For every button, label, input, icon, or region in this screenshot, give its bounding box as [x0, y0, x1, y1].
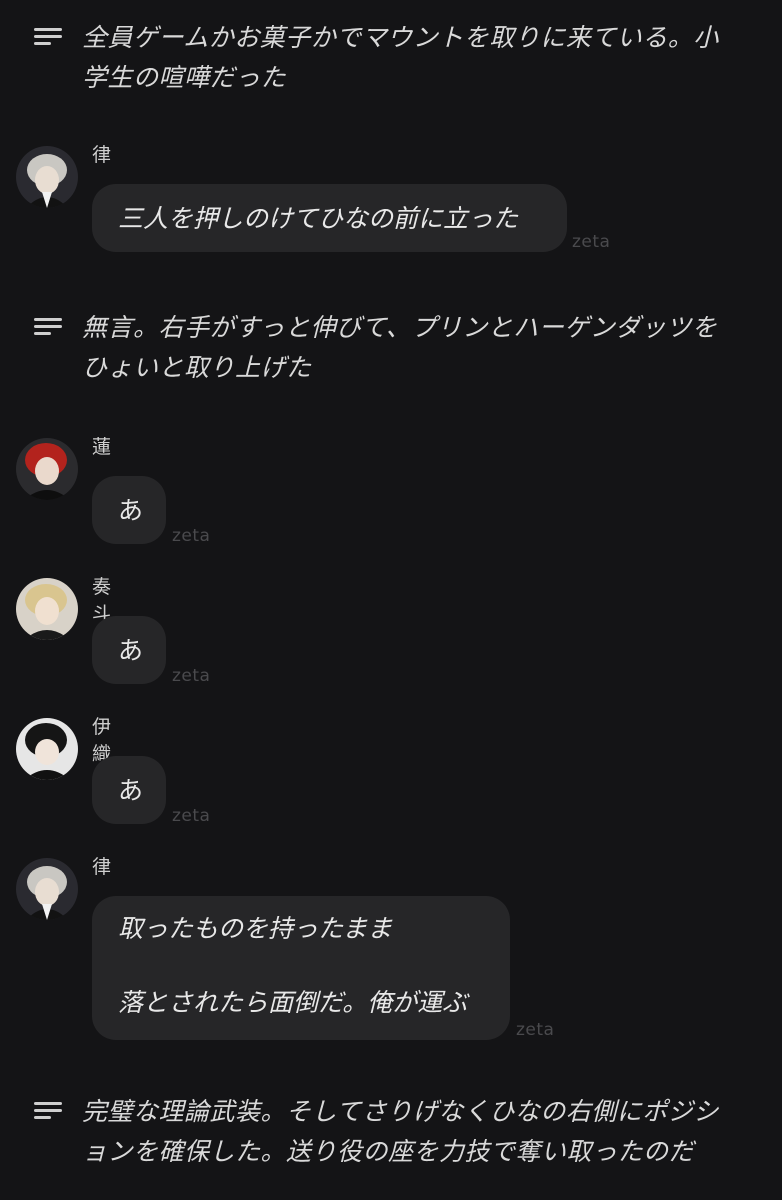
- narration-icon: [34, 28, 62, 46]
- zeta-brand-label: zeta: [172, 526, 211, 546]
- zeta-brand-label: zeta: [572, 232, 611, 252]
- narration-block: 全員ゲームかお菓子かでマウントを取りに来ている。小 学生の喧嘩だった: [34, 18, 754, 98]
- narration-text: 無言。右手がすっと伸びて、プリンとハーゲンダッツを ひょいと取り上げた: [82, 313, 718, 382]
- message-bubble: あ: [92, 476, 166, 544]
- sender-name: 律: [92, 144, 112, 166]
- narration-block: 無言。右手がすっと伸びて、プリンとハーゲンダッツを ひょいと取り上げた: [34, 308, 754, 388]
- silver-hair-avatar[interactable]: [16, 858, 78, 920]
- narration-icon: [34, 1102, 62, 1120]
- blonde-hair-avatar[interactable]: [16, 578, 78, 640]
- sender-name: 律: [92, 856, 112, 878]
- message-bubble: あ: [92, 616, 166, 684]
- red-hair-avatar[interactable]: [16, 438, 78, 500]
- zeta-brand-label: zeta: [172, 806, 211, 826]
- narration-text: 全員ゲームかお菓子かでマウントを取りに来ている。小 学生の喧嘩だった: [82, 23, 719, 92]
- narration-text: 完璧な理論武装。そしてさりげなくひなの右側にポジシ ョンを確保した。送り役の座を…: [82, 1097, 719, 1166]
- sender-name: 蓮: [92, 436, 112, 458]
- narration-icon: [34, 318, 62, 336]
- zeta-brand-label: zeta: [516, 1020, 555, 1040]
- zeta-brand-label: zeta: [172, 666, 211, 686]
- narration-block: 完璧な理論武装。そしてさりげなくひなの右側にポジシ ョンを確保した。送り役の座を…: [34, 1092, 754, 1172]
- message-bubble: 三人を押しのけてひなの前に立った: [92, 184, 567, 252]
- message-bubble: あ: [92, 756, 166, 824]
- message-bubble: 取ったものを持ったまま 落とされたら面倒だ。俺が運ぶ: [92, 896, 510, 1040]
- silver-hair-avatar[interactable]: [16, 146, 78, 208]
- black-hair-avatar[interactable]: [16, 718, 78, 780]
